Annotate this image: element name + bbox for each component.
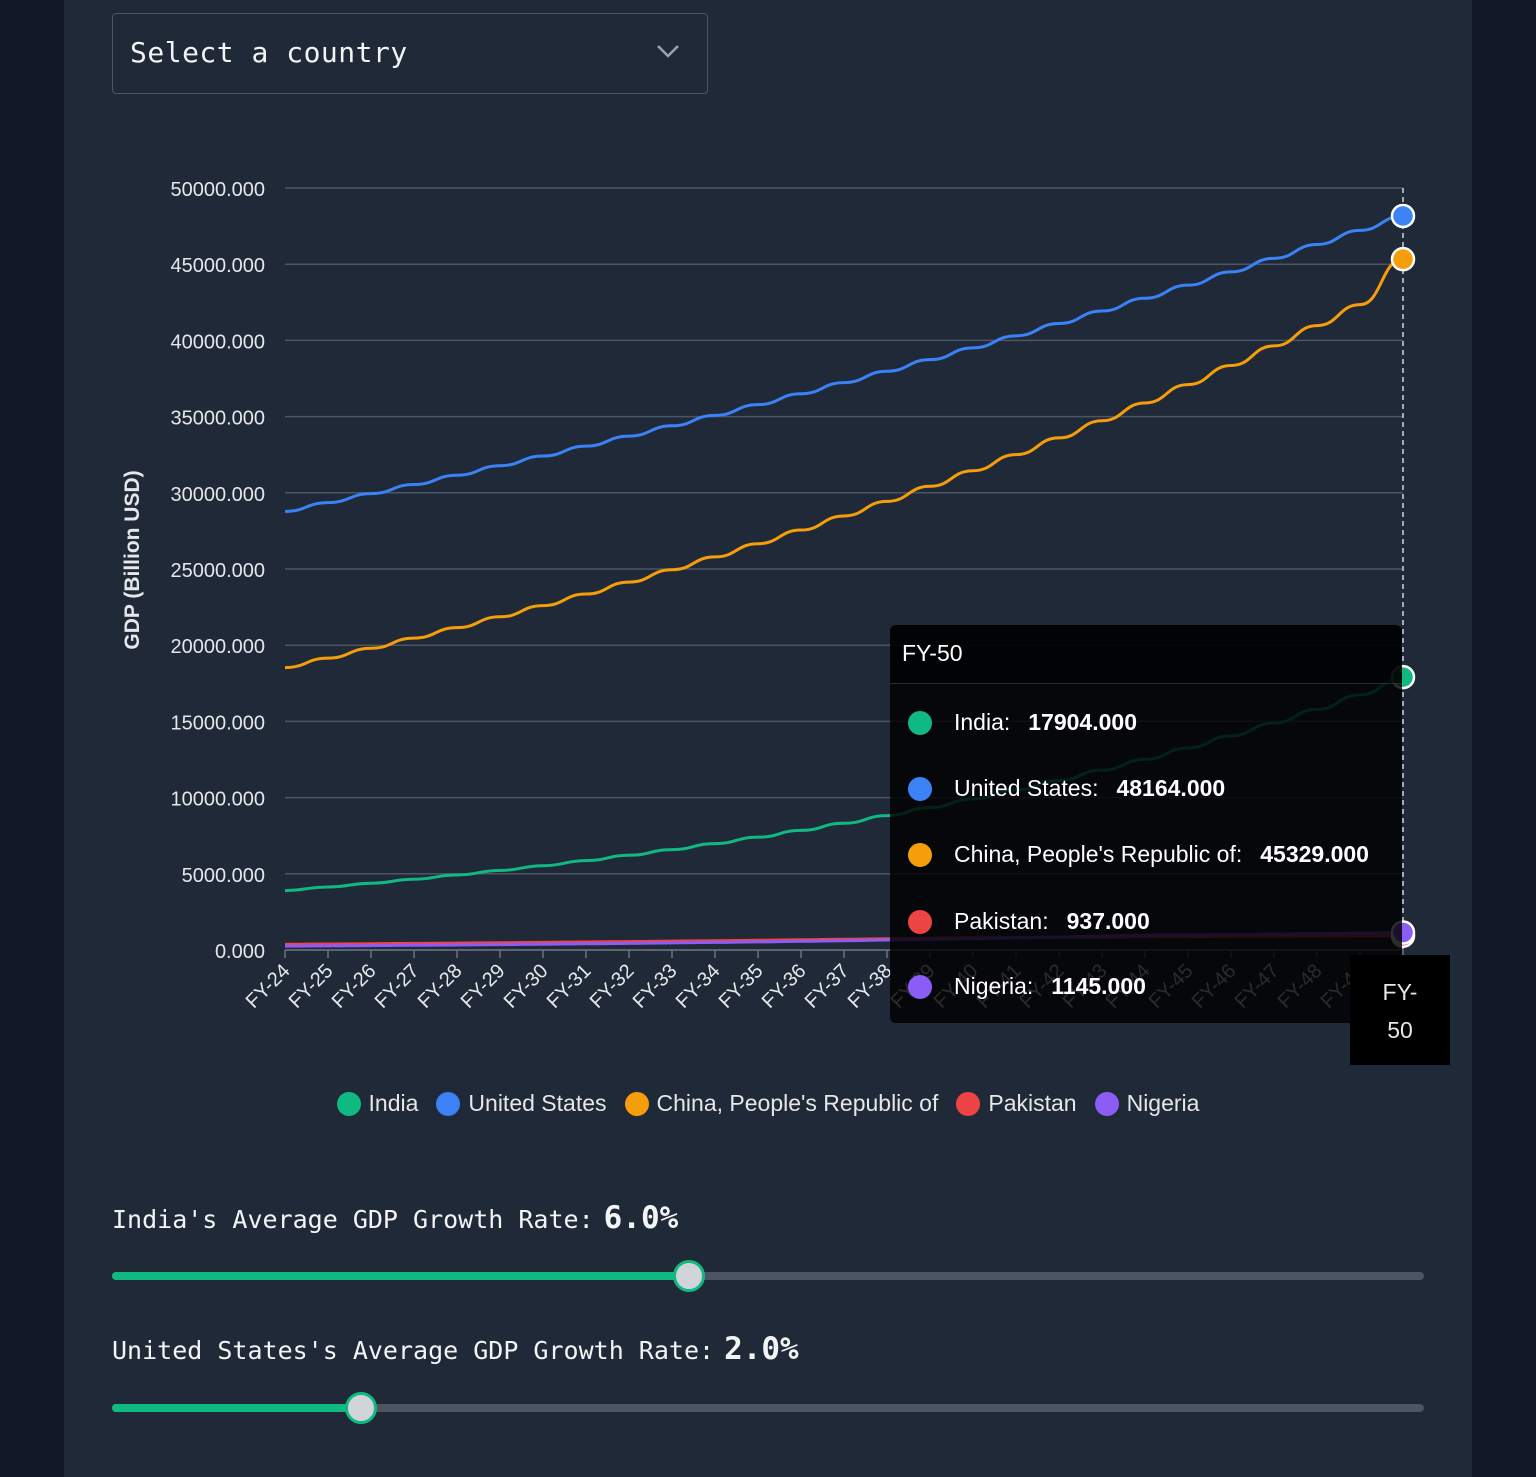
- tooltip-label: China, People's Republic of:: [954, 841, 1243, 867]
- tooltip-value: 1145.000: [1051, 973, 1146, 999]
- y-tick-label: 35000.000: [170, 408, 265, 430]
- tooltip-row-nigeria: Nigeria: 1145.000: [908, 973, 1146, 1000]
- x-tick-label: FY-37: [801, 960, 854, 1013]
- y-tick-label: 5000.000: [182, 865, 265, 887]
- india-growth-slider[interactable]: [112, 1260, 1424, 1292]
- y-tick-label: 40000.000: [170, 331, 265, 353]
- india-growth-slider-fill: [112, 1272, 690, 1280]
- tooltip-value: 45329.000: [1260, 841, 1369, 867]
- tooltip-row-india: India: 17904.000: [908, 709, 1137, 736]
- y-tick-label: 30000.000: [170, 484, 265, 506]
- y-tick-label: 45000.000: [170, 255, 265, 277]
- india-growth-label: India's Average GDP Growth Rate: 6.0%: [112, 1200, 678, 1236]
- y-tick-label: 50000.000: [170, 179, 265, 201]
- y-axis-label: GDP (Billion USD): [121, 470, 144, 649]
- tooltip-dot-nigeria: [908, 974, 932, 999]
- tooltip-dot-china: [908, 842, 932, 867]
- y-axis-ticks: 0.000 5000.000 10000.000 15000.000 20000.000…: [170, 179, 265, 963]
- legend-label: United States: [468, 1090, 607, 1116]
- x-tick-label: FY-25: [285, 960, 338, 1013]
- legend-dot-pakistan: [956, 1091, 981, 1116]
- x-axis-tooltip-line1: FY-: [1382, 979, 1418, 1005]
- tooltip-dot-india: [908, 710, 932, 735]
- y-tick-label: 10000.000: [170, 789, 265, 811]
- us-growth-slider-fill: [112, 1404, 362, 1412]
- tooltip-title: FY-50: [890, 625, 1402, 684]
- x-tick-label: FY-30: [500, 960, 553, 1013]
- tooltip-value: 17904.000: [1028, 709, 1137, 735]
- tooltip-dot-pakistan: [908, 909, 932, 934]
- legend-item-nigeria[interactable]: Nigeria: [1094, 1090, 1200, 1117]
- legend-item-india[interactable]: India: [336, 1090, 419, 1117]
- x-axis-tooltip: FY- 50: [1350, 955, 1450, 1065]
- legend-item-united-states[interactable]: United States: [436, 1090, 607, 1117]
- legend-dot-china: [624, 1091, 649, 1116]
- us-growth-label: United States's Average GDP Growth Rate:…: [112, 1331, 799, 1367]
- tooltip-dot-united-states: [908, 776, 932, 801]
- x-tick-label: FY-28: [414, 960, 467, 1013]
- y-tick-label: 20000.000: [170, 636, 265, 658]
- legend-label: China, People's Republic of: [656, 1090, 939, 1116]
- us-growth-label-text: United States's Average GDP Growth Rate:: [112, 1336, 715, 1365]
- legend-label: Pakistan: [988, 1090, 1077, 1116]
- x-tick-label: FY-33: [629, 960, 682, 1013]
- india-growth-label-text: India's Average GDP Growth Rate:: [112, 1205, 594, 1234]
- legend-dot-nigeria: [1094, 1091, 1119, 1116]
- legend-label: India: [368, 1090, 419, 1116]
- series-line: [284, 214, 1404, 513]
- x-tick-label: FY-29: [457, 960, 510, 1013]
- y-tick-label: 0.000: [215, 941, 265, 963]
- legend-item-pakistan[interactable]: Pakistan: [956, 1090, 1077, 1117]
- y-tick-label: 25000.000: [170, 560, 265, 582]
- x-tick-label: FY-32: [586, 960, 639, 1013]
- us-growth-slider[interactable]: [112, 1392, 1424, 1424]
- x-tick-label: FY-34: [672, 960, 725, 1013]
- legend-dot-india: [336, 1091, 361, 1116]
- y-tick-label: 15000.000: [170, 712, 265, 734]
- x-tick-label: FY-35: [715, 960, 768, 1013]
- x-tick-label: FY-24: [242, 960, 295, 1013]
- x-tick-label: FY-38: [844, 960, 897, 1013]
- legend-label: Nigeria: [1126, 1090, 1200, 1116]
- x-tick-label: FY-36: [758, 960, 811, 1013]
- series-line: [284, 257, 1404, 670]
- chart-tooltip: FY-50 India: 17904.000 United States: 48…: [890, 625, 1402, 1023]
- x-tick-label: FY-31: [543, 960, 596, 1013]
- tooltip-label: Nigeria:: [954, 973, 1034, 999]
- x-tick-label: FY-27: [371, 960, 424, 1013]
- india-growth-value: 6.0%: [603, 1200, 679, 1236]
- tooltip-row-united-states: United States: 48164.000: [908, 775, 1225, 802]
- hover-point: [1390, 246, 1416, 272]
- tooltip-label: United States:: [954, 775, 1099, 801]
- hover-point: [1390, 203, 1416, 229]
- tooltip-label: Pakistan:: [954, 908, 1049, 934]
- us-growth-value: 2.0%: [724, 1331, 799, 1367]
- tooltip-row-china: China, People's Republic of: 45329.000: [908, 841, 1369, 868]
- x-axis-tooltip-line2: 50: [1387, 1017, 1413, 1043]
- chart-legend: India United States China, People's Repu…: [0, 1090, 1536, 1117]
- tooltip-value: 48164.000: [1116, 775, 1226, 801]
- tooltip-row-pakistan: Pakistan: 937.000: [908, 908, 1150, 935]
- legend-dot-united-states: [436, 1091, 461, 1116]
- tooltip-value: 937.000: [1066, 908, 1150, 934]
- x-tick-label: FY-26: [328, 960, 381, 1013]
- tooltip-label: India:: [954, 709, 1011, 735]
- legend-item-china[interactable]: China, People's Republic of: [624, 1090, 939, 1117]
